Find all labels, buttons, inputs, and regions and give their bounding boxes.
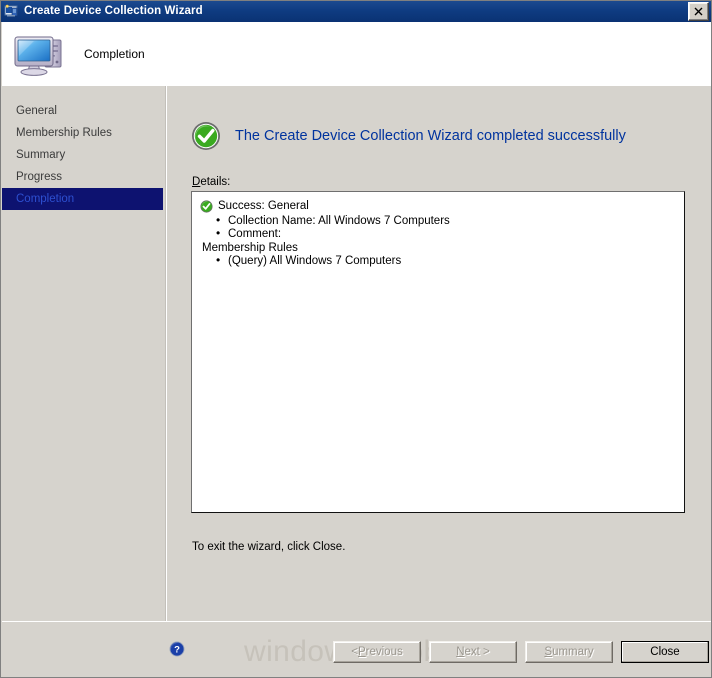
summary-button-accel: S xyxy=(544,646,553,658)
page-title: Completion xyxy=(84,46,145,61)
details-label: Details: xyxy=(192,176,230,188)
sidebar-item-label: Summary xyxy=(16,149,66,161)
sidebar-item-membership-rules[interactable]: Membership Rules xyxy=(2,122,163,144)
wizard-step-sidebar: General Membership Rules Summary Progres… xyxy=(2,86,163,621)
detail-text: Collection Name: All Windows 7 Computers xyxy=(228,214,450,227)
detail-text: (Query) All Windows 7 Computers xyxy=(228,255,402,267)
exit-hint-text: To exit the wizard, click Close. xyxy=(192,541,346,553)
success-check-icon xyxy=(191,121,221,151)
close-button[interactable]: Close xyxy=(621,641,709,663)
wizard-content-pane: The Create Device Collection Wizard comp… xyxy=(167,86,711,621)
sidebar-item-label: Membership Rules xyxy=(16,127,112,139)
detail-membership-rules-heading: Membership Rules xyxy=(200,242,678,256)
previous-button-after: revious xyxy=(365,646,403,658)
next-button-accel: N xyxy=(456,646,465,658)
previous-button-accel: P xyxy=(357,646,366,658)
svg-text:?: ? xyxy=(174,645,180,656)
details-textbox[interactable]: Success: General Collection Name: All Wi… xyxy=(191,191,685,513)
next-button[interactable]: Next > xyxy=(429,641,517,663)
detail-text: Success: General xyxy=(218,200,309,212)
summary-button-after: ummary xyxy=(552,646,594,658)
previous-button-before: < xyxy=(351,646,358,658)
computer-icon xyxy=(12,30,68,78)
detail-text: Membership Rules xyxy=(202,241,298,254)
title-bar[interactable]: Create Device Collection Wizard xyxy=(1,1,711,22)
success-check-icon xyxy=(200,200,213,213)
previous-button[interactable]: < Previous xyxy=(333,641,421,663)
wizard-button-row: < Previous Next > Summary Close xyxy=(333,641,709,663)
sidebar-item-summary[interactable]: Summary xyxy=(2,144,163,166)
close-button-label: Close xyxy=(650,646,680,658)
detail-query-rule: (Query) All Windows 7 Computers xyxy=(200,254,678,269)
detail-comment: Comment: xyxy=(200,227,678,242)
sidebar-item-label: Completion xyxy=(16,193,75,205)
wizard-header: Completion xyxy=(2,22,711,85)
sidebar-item-general[interactable]: General xyxy=(2,100,163,122)
next-button-after: ext > xyxy=(464,646,490,658)
sidebar-item-progress[interactable]: Progress xyxy=(2,166,163,188)
sidebar-item-label: General xyxy=(16,105,57,117)
summary-button[interactable]: Summary xyxy=(525,641,613,663)
completion-banner: The Create Device Collection Wizard comp… xyxy=(191,121,626,151)
window-title: Create Device Collection Wizard xyxy=(24,4,203,17)
help-icon[interactable]: ? xyxy=(169,641,185,657)
collection-wizard-icon xyxy=(4,4,20,20)
wizard-body: General Membership Rules Summary Progres… xyxy=(2,86,711,621)
sidebar-item-completion[interactable]: Completion xyxy=(2,188,163,210)
sidebar-item-label: Progress xyxy=(16,171,63,183)
details-label-rest: etails: xyxy=(200,176,231,188)
detail-success-general: Success: General xyxy=(200,200,678,214)
detail-collection-name: Collection Name: All Windows 7 Computers xyxy=(200,214,678,229)
completion-message: The Create Device Collection Wizard comp… xyxy=(235,128,626,144)
detail-text: Comment: xyxy=(228,228,282,240)
create-device-collection-wizard-window: Create Device Collection Wizard Completi… xyxy=(0,0,712,678)
close-icon[interactable] xyxy=(688,2,709,21)
